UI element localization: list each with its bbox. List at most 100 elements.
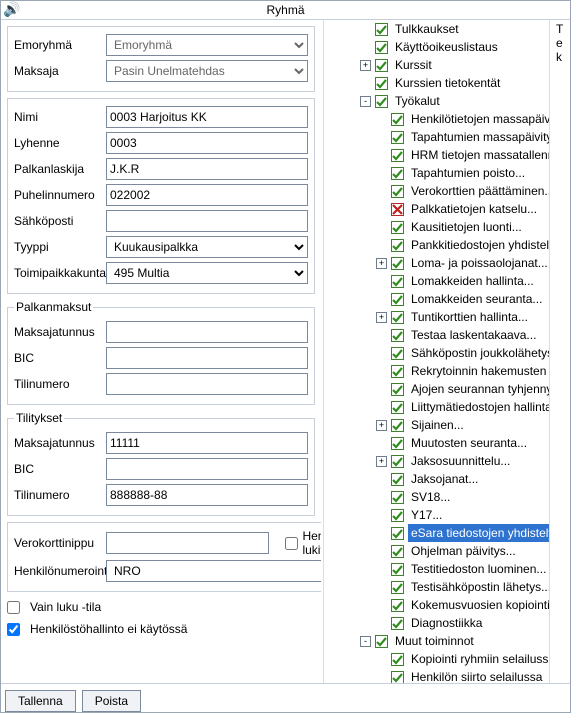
input-maksajatunnus[interactable] [106,321,308,343]
tree-label[interactable]: Tuntikorttien hallinta... [408,308,531,326]
check-icon[interactable] [391,113,404,126]
input-tilinumero[interactable] [106,484,308,506]
check-icon[interactable] [391,509,404,522]
collapse-icon[interactable]: - [360,96,371,107]
check-icon[interactable] [391,365,404,378]
expand-icon[interactable]: + [376,258,387,269]
tree-label[interactable]: Pankkitiedostojen yhdistely... [408,236,549,254]
check-icon[interactable] [391,185,404,198]
tree-label[interactable]: Muut toiminnot [392,632,477,650]
select-henkilonumerointi[interactable]: NRO [106,560,321,582]
tree-label[interactable]: HRM tietojen massatallennus... [408,146,549,164]
tree-label[interactable]: Työkalut [392,92,443,110]
check-icon[interactable] [391,257,404,270]
tree-label[interactable]: eSara tiedostojen yhdistely... [408,524,549,542]
tree-label[interactable]: Sijainen... [408,416,467,434]
tree-label[interactable]: Jaksojanat... [408,470,481,488]
tree-label[interactable]: Kokemusvuosien kopiointi... [408,596,549,614]
expand-icon[interactable]: + [360,60,371,71]
tree-label[interactable]: Kurssien tietokentät [392,74,503,92]
check-icon[interactable] [391,617,404,630]
expand-icon[interactable]: + [376,312,387,323]
tree-label[interactable]: Henkilötietojen massapäivitys... [408,110,549,128]
check-icon[interactable] [375,59,388,72]
input-verokorttinippu[interactable] [106,532,269,554]
tree-label[interactable]: Diagnostiikka [408,614,485,632]
tree-label[interactable]: Testisähköpostin lähetys... [408,578,549,596]
tree-label[interactable]: Palkkatietojen katselu... [408,200,540,218]
check-icon[interactable] [391,491,404,504]
checkbox[interactable] [7,623,20,636]
input-bic[interactable] [106,347,308,369]
check-icon[interactable] [391,293,404,306]
check-icon[interactable] [391,275,404,288]
tree-label[interactable]: Kausitietojen luonti... [408,218,525,236]
check-icon[interactable] [391,401,404,414]
tree-label[interactable]: Muutosten seuranta... [408,434,530,452]
tree-label[interactable]: Rekrytoinnin hakemusten poisto... [408,362,549,380]
tree-label[interactable]: Tapahtumien poisto... [408,164,528,182]
check-icon[interactable] [391,131,404,144]
input-palkanlaskija[interactable] [106,158,308,180]
cross-icon[interactable] [391,203,404,216]
check-icon[interactable] [391,419,404,432]
check-icon[interactable] [375,23,388,36]
check-icon[interactable] [375,635,388,648]
input-sähköposti[interactable] [106,210,308,232]
tree-scroll[interactable]: TulkkauksetKäyttöoikeuslistaus + KurssitKu… [324,20,549,683]
check-icon[interactable] [391,599,404,612]
tree-label[interactable]: Y17... [408,506,445,524]
tree-label[interactable]: Sähköpostin joukkolähetys... [408,344,549,362]
input-emoryhmä[interactable]: Emoryhmä [106,34,308,56]
check-icon[interactable] [391,383,404,396]
tree-label[interactable]: Liittymätiedostojen hallinta... [408,398,549,416]
input-maksaja[interactable]: Pasin Unelmatehdas [106,60,308,82]
tree-label[interactable]: Testitiedoston luominen... [408,560,549,578]
check-icon[interactable] [375,41,388,54]
check-icon[interactable] [375,95,388,108]
expand-icon[interactable]: + [376,420,387,431]
input-maksajatunnus[interactable] [106,432,308,454]
tree-label[interactable]: Kopiointi ryhmiin selailussa [408,650,549,668]
tree-label[interactable]: Verokorttien päättäminen... [408,182,549,200]
check-icon[interactable] [391,311,404,324]
check-icon[interactable] [391,653,404,666]
tree-label[interactable]: Jaksosuunnittelu... [408,452,513,470]
tree-label[interactable]: Tapahtumien massapäivitys... [408,128,549,146]
check-icon[interactable] [391,473,404,486]
check-icon[interactable] [375,77,388,90]
checkbox-henkilonumero-lukittu[interactable] [285,537,298,550]
input-puhelinnumero[interactable] [106,184,308,206]
check-icon[interactable] [391,545,404,558]
save-button[interactable]: Tallenna [5,690,76,712]
check-icon[interactable] [391,221,404,234]
check-icon[interactable] [391,239,404,252]
delete-button[interactable]: Poista [82,690,141,712]
check-icon[interactable] [391,581,404,594]
tree-label[interactable]: Henkilön siirto selailussa [408,668,545,683]
input-lyhenne[interactable] [106,132,308,154]
expand-icon[interactable]: + [376,456,387,467]
input-tyyppi[interactable]: Kuukausipalkka [106,236,308,258]
check-icon[interactable] [391,527,404,540]
collapse-icon[interactable]: - [360,636,371,647]
input-toimipaikkakunta[interactable]: 495 Multia [106,262,308,284]
tree-label[interactable]: Kurssit [392,56,435,74]
tree-label[interactable]: Tulkkaukset [392,20,462,38]
check-icon[interactable] [391,671,404,684]
tree-label[interactable]: SV18... [408,488,453,506]
check-icon[interactable] [391,149,404,162]
tree-label[interactable]: Ohjelman päivitys... [408,542,519,560]
check-icon[interactable] [391,455,404,468]
input-bic[interactable] [106,458,308,480]
check-icon[interactable] [391,437,404,450]
tree-label[interactable]: Ajojen seurannan tyhjennys... [408,380,549,398]
checkbox[interactable] [7,601,20,614]
check-icon[interactable] [391,167,404,180]
check-icon[interactable] [391,347,404,360]
tree-label[interactable]: Käyttöoikeuslistaus [392,38,501,56]
check-icon[interactable] [391,329,404,342]
input-tilinumero[interactable] [106,373,308,395]
tree-label[interactable]: Loma- ja poissaolojanat... [408,254,549,272]
input-nimi[interactable] [106,106,308,128]
